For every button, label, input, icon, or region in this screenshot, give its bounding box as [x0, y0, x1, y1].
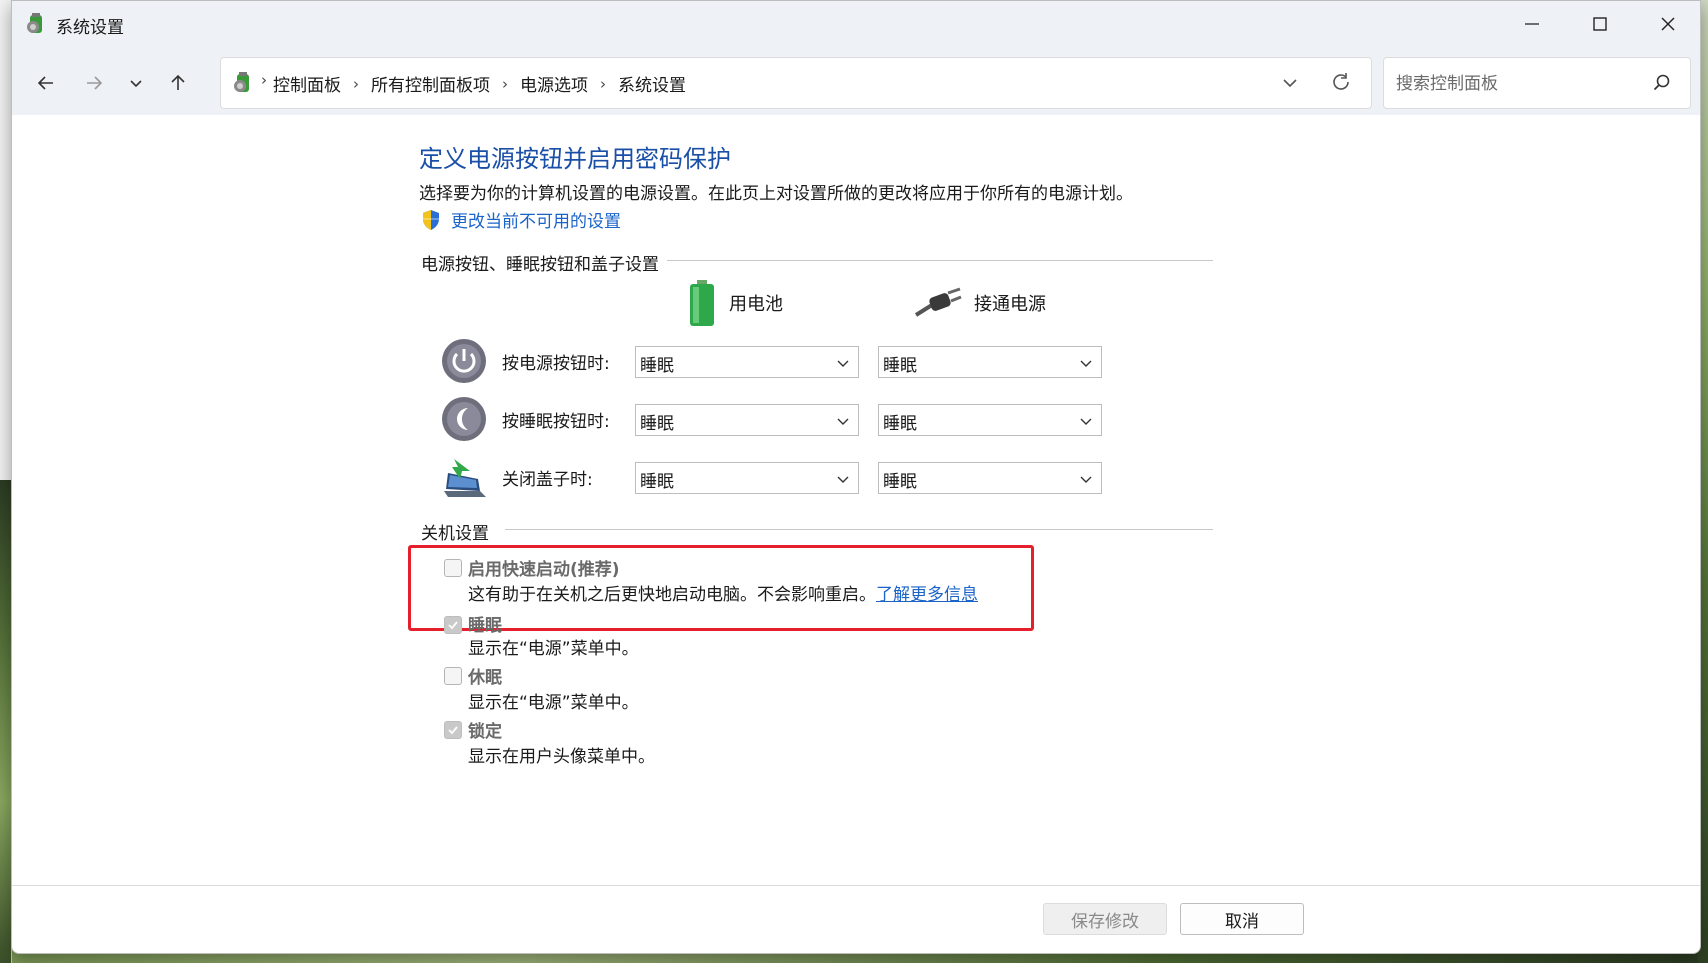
maximize-icon [1593, 17, 1607, 31]
plugged-label: 接通电源 [974, 294, 1046, 315]
sleep-option-description: 显示在“电源”菜单中。 [468, 639, 639, 659]
power-button-plugged-select[interactable]: 睡眠 [878, 346, 1102, 378]
breadcrumb-item[interactable]: 控制面板 [273, 71, 341, 96]
sleep-button-plugged-select[interactable]: 睡眠 [878, 404, 1102, 436]
lock-checkbox[interactable] [444, 721, 462, 739]
system-settings-window: 系统设置 › 控制面板 › 所有控制面板项 › 电源选项 › 系统设置 搜索控制… [11, 0, 1701, 954]
change-settings-link[interactable]: 更改当前不可用的设置 [419, 207, 621, 232]
breadcrumb-item[interactable]: 系统设置 [618, 71, 686, 96]
section-divider [667, 260, 1213, 261]
up-button[interactable] [162, 67, 194, 99]
hibernate-checkbox[interactable] [444, 667, 462, 685]
search-box[interactable] [1383, 57, 1691, 109]
sleep-button-battery-select[interactable]: 睡眠 [635, 404, 859, 436]
buttons-section-title: 电源按钮、睡眠按钮和盖子设置 [421, 255, 659, 275]
back-button[interactable] [30, 67, 62, 99]
power-button-battery-select[interactable]: 睡眠 [635, 346, 859, 378]
breadcrumb-item[interactable]: 电源选项 [520, 71, 588, 96]
battery-column-header: 用电池 [687, 279, 783, 327]
title-bar: 系统设置 [12, 1, 1700, 49]
learn-more-link[interactable]: 了解更多信息 [876, 585, 978, 605]
window-title: 系统设置 [56, 18, 124, 38]
lid-close-battery-select[interactable]: 睡眠 [635, 462, 859, 494]
breadcrumb-item[interactable]: 所有控制面板项 [371, 71, 490, 96]
navigation-bar: › 控制面板 › 所有控制面板项 › 电源选项 › 系统设置 [12, 49, 1700, 115]
fast-startup-checkbox[interactable] [444, 559, 462, 577]
close-button[interactable] [1634, 1, 1700, 47]
lid-close-plugged-select[interactable]: 睡眠 [878, 462, 1102, 494]
page-title: 定义电源按钮并启用密码保护 [419, 145, 731, 173]
power-button-icon [442, 339, 486, 383]
cancel-button[interactable]: 取消 [1180, 903, 1304, 935]
chevron-down-icon [837, 418, 849, 425]
sleep-option-title: 睡眠 [468, 616, 502, 636]
checkmark-icon [448, 621, 458, 630]
sleep-checkbox[interactable] [444, 616, 462, 634]
breadcrumb-separator: › [353, 74, 359, 93]
hibernate-option-title: 休眠 [468, 668, 502, 688]
plugged-column-header: 接通电源 [914, 287, 1046, 319]
breadcrumb-separator: › [502, 74, 508, 93]
close-icon [1661, 17, 1675, 31]
chevron-down-icon [1080, 418, 1092, 425]
maximize-button[interactable] [1566, 1, 1634, 47]
breadcrumb-separator: › [600, 74, 606, 93]
breadcrumb: 控制面板 › 所有控制面板项 › 电源选项 › 系统设置 [273, 71, 686, 97]
recent-locations-button[interactable] [120, 67, 152, 99]
select-value: 睡眠 [640, 472, 674, 492]
breadcrumb-separator: › [261, 71, 267, 89]
search-input[interactable] [1394, 68, 1638, 100]
arrow-left-icon [37, 76, 53, 90]
footer-divider [12, 885, 1700, 886]
battery-icon [690, 280, 714, 326]
chevron-down-icon [1080, 360, 1092, 367]
chevron-down-icon [1080, 476, 1092, 483]
fast-startup-title: 启用快速启动(推荐) [468, 560, 620, 580]
chevron-down-icon [837, 476, 849, 483]
page-description: 选择要为你的计算机设置的电源设置。在此页上对设置所做的更改将应用于你所有的电源计… [419, 184, 1133, 204]
fast-startup-description: 这有助于在关机之后更快地启动电脑。不会影响重启。了解更多信息 [468, 580, 978, 605]
minimize-button[interactable] [1498, 1, 1566, 47]
address-bar[interactable]: › 控制面板 › 所有控制面板项 › 电源选项 › 系统设置 [220, 57, 1372, 109]
control-panel-icon [27, 13, 42, 33]
forward-button[interactable] [78, 67, 110, 99]
chevron-down-icon[interactable] [1279, 72, 1301, 94]
lock-option-description: 显示在用户头像菜单中。 [468, 747, 655, 767]
fast-startup-desc-text: 这有助于在关机之后更快地启动电脑。不会影响重启。 [468, 585, 876, 605]
select-value: 睡眠 [640, 414, 674, 434]
power-plug-icon [914, 287, 962, 317]
arrow-up-icon [171, 74, 185, 90]
shutdown-section-title: 关机设置 [421, 524, 489, 544]
laptop-lid-icon [444, 459, 486, 497]
uac-shield-icon [423, 209, 439, 230]
hibernate-option-description: 显示在“电源”菜单中。 [468, 693, 639, 713]
sleep-button-icon [442, 397, 486, 441]
select-value: 睡眠 [883, 414, 917, 434]
search-icon[interactable] [1652, 73, 1672, 93]
select-value: 睡眠 [883, 472, 917, 492]
chevron-down-icon [130, 80, 142, 88]
power-button-label: 按电源按钮时: [502, 354, 610, 374]
lid-close-label: 关闭盖子时: [502, 470, 593, 490]
checkmark-icon [448, 726, 458, 735]
change-settings-text[interactable]: 更改当前不可用的设置 [451, 207, 621, 232]
refresh-icon[interactable] [1329, 70, 1353, 94]
select-value: 睡眠 [640, 356, 674, 376]
control-panel-icon [234, 72, 249, 92]
sleep-button-label: 按睡眠按钮时: [502, 412, 610, 432]
arrow-right-icon [87, 76, 103, 90]
section-divider [505, 529, 1213, 530]
lock-option-title: 锁定 [468, 722, 502, 742]
save-changes-button[interactable]: 保存修改 [1043, 903, 1167, 935]
battery-label: 用电池 [729, 294, 783, 315]
chevron-down-icon [837, 360, 849, 367]
minimize-icon [1525, 23, 1539, 25]
select-value: 睡眠 [883, 356, 917, 376]
main-content: 定义电源按钮并启用密码保护 选择要为你的计算机设置的电源设置。在此页上对设置所做… [12, 115, 1700, 885]
